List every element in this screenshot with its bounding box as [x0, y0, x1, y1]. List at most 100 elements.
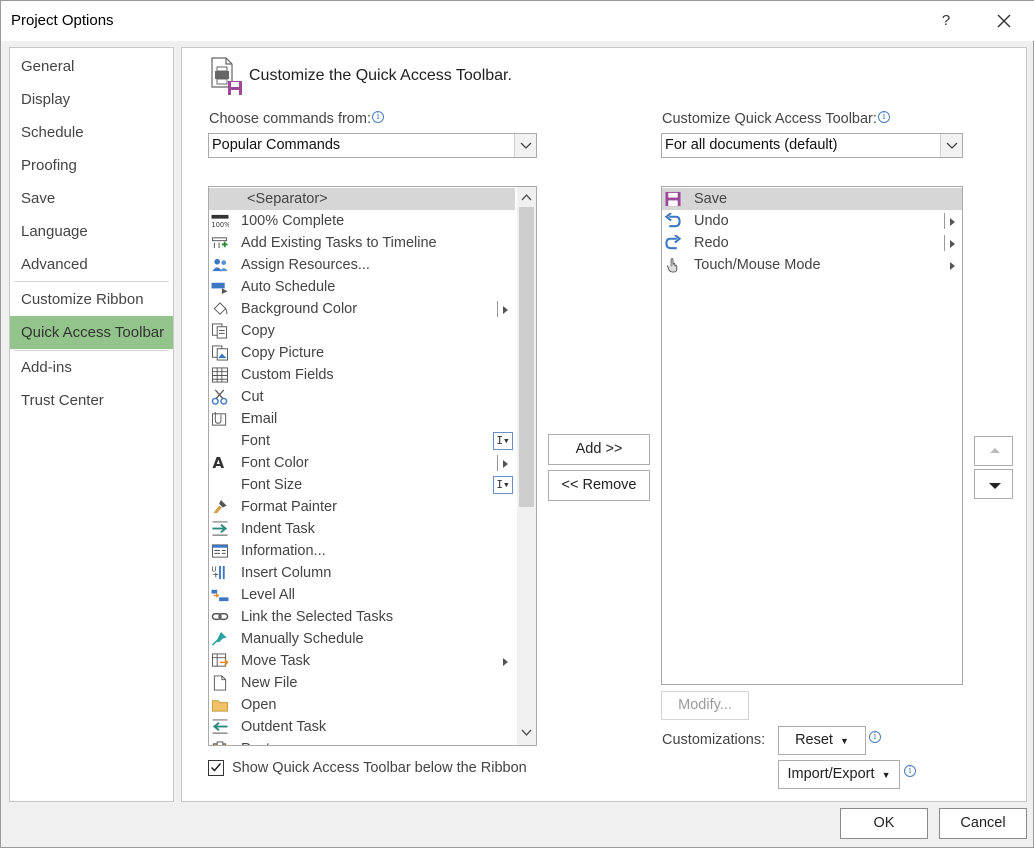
command-item-label: Level All: [241, 587, 296, 603]
command-item-label: Font Color: [241, 455, 309, 471]
command-item[interactable]: Paste: [209, 738, 515, 745]
command-item[interactable]: Assign Resources...: [209, 254, 515, 276]
command-item[interactable]: U Insert Column: [209, 562, 515, 584]
scroll-up-icon[interactable]: [521, 193, 532, 201]
window-title: Project Options: [11, 12, 114, 29]
reset-button-label: Reset: [795, 732, 833, 748]
command-item[interactable]: Add Existing Tasks to Timeline: [209, 232, 515, 254]
nav-item-customize-ribbon[interactable]: Customize Ribbon: [10, 283, 173, 316]
command-item[interactable]: Link the Selected Tasks: [209, 606, 515, 628]
timeline-add-icon: [212, 237, 228, 249]
show-below-ribbon-checkbox[interactable]: [208, 760, 224, 776]
people-icon: [212, 258, 228, 272]
command-item[interactable]: Open: [209, 694, 515, 716]
command-item-label: Add Existing Tasks to Timeline: [241, 235, 437, 251]
command-item[interactable]: Indent Task: [209, 518, 515, 540]
reset-button[interactable]: Reset ▼: [778, 726, 866, 755]
nav-item-proofing[interactable]: Proofing: [10, 149, 173, 182]
commands-scrollbar-thumb[interactable]: [519, 207, 534, 507]
command-item[interactable]: Custom Fields: [209, 364, 515, 386]
command-item[interactable]: Manually Schedule: [209, 628, 515, 650]
cancel-button[interactable]: Cancel: [939, 808, 1027, 839]
submenu-arrow-icon[interactable]: [503, 658, 508, 666]
customize-qat-dropdown[interactable]: For all documents (default): [661, 133, 963, 158]
nav-item-save[interactable]: Save: [10, 182, 173, 215]
command-item[interactable]: <Separator>: [209, 188, 515, 210]
move-up-button[interactable]: [974, 436, 1013, 466]
command-item-label: Assign Resources...: [241, 257, 370, 273]
commands-list[interactable]: <Separator> 100% 100% Complete Add Existing…: [208, 186, 537, 746]
split-divider: [944, 235, 945, 251]
nav-item-display[interactable]: Display: [10, 83, 173, 116]
choose-commands-dropdown-button[interactable]: [514, 134, 536, 157]
toolbar-item[interactable]: Undo: [662, 210, 962, 232]
commands-scrollbar[interactable]: [517, 187, 536, 745]
submenu-arrow-icon[interactable]: [950, 262, 955, 270]
nav-item-general[interactable]: General: [10, 50, 173, 83]
command-item[interactable]: New File: [209, 672, 515, 694]
command-item[interactable]: Font Size I▾: [209, 474, 515, 496]
command-item-label: Copy Picture: [241, 345, 325, 361]
command-item[interactable]: Cut: [209, 386, 515, 408]
choose-commands-text: Choose commands from:: [209, 111, 371, 127]
scroll-down-icon[interactable]: [521, 729, 532, 737]
command-item[interactable]: Move Task: [209, 650, 515, 672]
close-button[interactable]: [989, 7, 1019, 35]
remove-button[interactable]: << Remove: [548, 470, 650, 501]
scissors-icon: [211, 389, 228, 405]
nav-item-trust-center[interactable]: Trust Center: [10, 384, 173, 417]
command-item-label: Insert Column: [241, 565, 332, 581]
command-item[interactable]: Copy: [209, 320, 515, 342]
svg-text:100%: 100%: [212, 221, 229, 229]
add-button[interactable]: Add >>: [548, 434, 650, 465]
nav-item-advanced[interactable]: Advanced: [10, 248, 173, 281]
command-item[interactable]: Information...: [209, 540, 515, 562]
command-item[interactable]: 100% 100% Complete: [209, 210, 515, 232]
svg-text:A: A: [212, 455, 224, 471]
submenu-arrow-icon[interactable]: [950, 240, 955, 248]
command-item[interactable]: Copy Picture: [209, 342, 515, 364]
toolbar-items-list[interactable]: Save Undo Redo Touch/Mouse Mode: [661, 186, 963, 685]
help-button[interactable]: ?: [931, 7, 961, 35]
checkmark-icon: [210, 763, 222, 772]
choose-commands-dropdown[interactable]: Popular Commands: [208, 133, 537, 158]
customize-qat-dropdown-button[interactable]: [940, 134, 962, 157]
command-item[interactable]: Email: [209, 408, 515, 430]
grid-icon: [212, 367, 228, 383]
ok-button[interactable]: OK: [840, 808, 928, 839]
toolbar-item[interactable]: Save: [662, 188, 962, 210]
command-item[interactable]: Background Color: [209, 298, 515, 320]
submenu-arrow-icon[interactable]: [950, 218, 955, 226]
command-item[interactable]: Format Painter: [209, 496, 515, 518]
move-down-button[interactable]: [974, 469, 1013, 499]
import-export-button[interactable]: Import/Export ▼: [778, 760, 900, 789]
text-input-dropdown-icon[interactable]: I▾: [493, 476, 513, 494]
text-input-dropdown-icon[interactable]: I▾: [493, 432, 513, 450]
command-item[interactable]: A Font Color: [209, 452, 515, 474]
level-all-icon: [211, 589, 229, 602]
info-icon: i: [904, 765, 916, 777]
submenu-arrow-icon[interactable]: [503, 306, 508, 314]
paint-bucket-icon: [213, 302, 228, 315]
command-item-label: 100% Complete: [241, 213, 345, 229]
modify-button[interactable]: Modify...: [661, 691, 749, 720]
command-item[interactable]: Outdent Task: [209, 716, 515, 738]
nav-item-add-ins[interactable]: Add-ins: [10, 351, 173, 384]
command-item[interactable]: Font I▾: [209, 430, 515, 452]
command-item-label: Link the Selected Tasks: [241, 609, 394, 625]
info-card-icon: [212, 544, 228, 558]
choose-commands-value: Popular Commands: [212, 137, 341, 153]
nav-divider: [14, 281, 169, 282]
toolbar-item[interactable]: Redo: [662, 232, 962, 254]
nav-item-language[interactable]: Language: [10, 215, 173, 248]
command-item-label: Custom Fields: [241, 367, 334, 383]
submenu-arrow-icon[interactable]: [503, 460, 508, 468]
nav-item-quick-access-toolbar[interactable]: Quick Access Toolbar: [10, 316, 173, 349]
folder-icon: [212, 700, 228, 712]
nav-item-schedule[interactable]: Schedule: [10, 116, 173, 149]
command-item[interactable]: Auto Schedule: [209, 276, 515, 298]
toolbar-item[interactable]: Touch/Mouse Mode: [662, 254, 962, 276]
command-item-label: Outdent Task: [241, 719, 327, 735]
paste-icon: [212, 741, 227, 745]
command-item[interactable]: Level All: [209, 584, 515, 606]
